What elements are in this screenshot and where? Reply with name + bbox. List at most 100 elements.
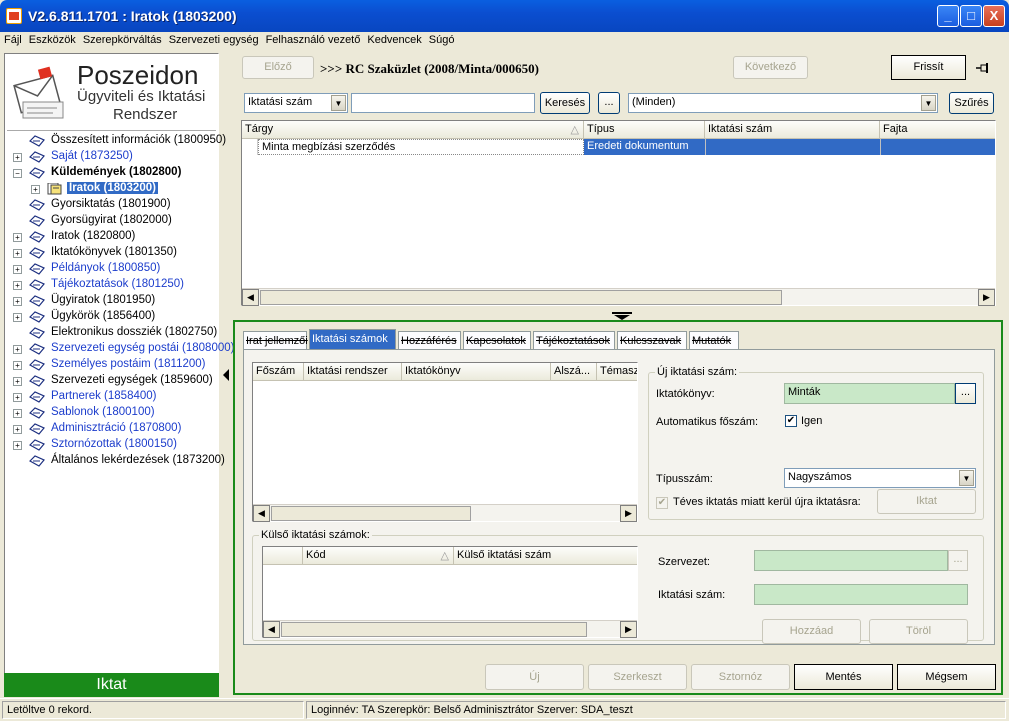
collapse-icon[interactable]: −: [13, 169, 22, 178]
kulso-grid-header: Kód △ Külső iktatási szám: [263, 547, 637, 565]
kulso-iktatasi-szam-field[interactable]: [754, 584, 968, 605]
filter-button[interactable]: Szűrés: [949, 92, 994, 114]
expand-icon[interactable]: +: [13, 233, 22, 242]
scroll-left-icon[interactable]: ◀: [242, 289, 259, 306]
tree-item-label: Ügyiratok (1801950): [51, 294, 156, 306]
tab-iktatasi-szamok[interactable]: Iktatási számok: [309, 329, 396, 349]
filter-select[interactable]: (Minden) ▼: [628, 93, 938, 113]
scroll-right-icon[interactable]: ▶: [620, 505, 637, 522]
scroll-thumb[interactable]: [271, 506, 471, 521]
folder-tag-icon: [29, 199, 45, 211]
iktatokonyv-browse-button[interactable]: ...: [955, 383, 976, 404]
folder-tag-icon: [29, 231, 45, 243]
tipusszam-select[interactable]: Nagyszámos ▼: [784, 468, 976, 488]
menu-file[interactable]: Fájl: [0, 32, 25, 46]
main-grid-scrollbar[interactable]: ◀ ▶: [242, 288, 995, 306]
maximize-button[interactable]: □: [960, 5, 982, 27]
search-field-select[interactable]: Iktatási szám ▼: [244, 93, 348, 113]
torol-button[interactable]: Töröl: [869, 619, 968, 644]
minimize-button[interactable]: _: [937, 5, 959, 27]
expand-icon[interactable]: +: [13, 313, 22, 322]
col-header-tipus[interactable]: Típus: [584, 121, 705, 138]
hozzaad-button[interactable]: Hozzáad: [762, 619, 861, 644]
col-header-iktatasi-rendszer[interactable]: Iktatási rendszer: [304, 363, 402, 380]
tab-hozzaferes[interactable]: Hozzáférés: [398, 331, 461, 349]
teves-iktatas-checkbox[interactable]: ✔: [656, 497, 668, 509]
iktatokonyv-field[interactable]: Minták: [784, 383, 955, 404]
expand-icon[interactable]: +: [13, 361, 22, 370]
expand-icon[interactable]: +: [13, 441, 22, 450]
scroll-thumb[interactable]: [281, 622, 587, 637]
scroll-right-icon[interactable]: ▶: [978, 289, 995, 306]
expand-icon[interactable]: +: [13, 297, 22, 306]
tree-item-label: Példányok (1800850): [51, 262, 161, 274]
close-button[interactable]: X: [983, 5, 1005, 27]
expand-icon[interactable]: +: [13, 281, 22, 290]
kulso-iktatasi-szamok-group: Külső iktatási számok: Kód △ Külső iktatá…: [252, 529, 984, 644]
menu-help[interactable]: Súgó: [425, 32, 458, 46]
automatikus-foszam-label: Automatikus főszám:: [656, 416, 759, 428]
search-button[interactable]: Keresés: [540, 92, 590, 114]
col-header-kulso-iktatasi-szam[interactable]: Külső iktatási szám: [454, 547, 637, 564]
uj-button[interactable]: Új: [485, 664, 584, 690]
sztornoz-button[interactable]: Sztornóz: [691, 664, 790, 690]
tab-kapcsolatok[interactable]: Kapcsolatok: [463, 331, 531, 349]
tab-tajekoztatasok[interactable]: Tájékoztatások: [533, 331, 615, 349]
search-options-button[interactable]: ...: [598, 92, 620, 114]
expand-icon[interactable]: +: [13, 249, 22, 258]
col-header-targy[interactable]: Tárgy △: [242, 121, 584, 138]
scroll-right-icon[interactable]: ▶: [620, 621, 637, 638]
megsem-button[interactable]: Mégsem: [897, 664, 996, 690]
col-header-foszam[interactable]: Főszám: [253, 363, 304, 380]
col-header-iktatokonyv[interactable]: Iktatókönyv: [402, 363, 551, 380]
automatikus-foszam-checkbox[interactable]: ✔: [785, 415, 797, 427]
ikt-grid-scrollbar[interactable]: ◀ ▶: [253, 504, 637, 522]
tab-irat-jellemzoi[interactable]: Irat jellemzői: [243, 331, 308, 349]
expand-down-icon[interactable]: [610, 312, 634, 320]
szervezet-browse-button[interactable]: ...: [948, 550, 968, 571]
iktat-main-button[interactable]: Iktat: [4, 673, 219, 697]
expand-icon[interactable]: +: [13, 345, 22, 354]
expand-icon[interactable]: +: [13, 377, 22, 386]
col-header-fajta[interactable]: Fajta: [880, 121, 995, 138]
splitter-handle[interactable]: [221, 362, 231, 388]
folder-tag-icon: [29, 247, 45, 259]
menu-org-unit[interactable]: Szervezeti egység: [165, 32, 262, 46]
expand-icon[interactable]: +: [31, 185, 40, 194]
szerkeszt-button[interactable]: Szerkeszt: [588, 664, 687, 690]
cell-iktatasi-szam: [705, 139, 880, 155]
tab-mutatok[interactable]: Mutatók: [689, 331, 739, 349]
table-row[interactable]: Minta megbízási szerződés Eredeti dokume…: [242, 139, 995, 155]
col-header-alszam[interactable]: Alszá...: [551, 363, 597, 380]
scroll-left-icon[interactable]: ◀: [253, 505, 270, 522]
menu-role-switch[interactable]: Szerepkörváltás: [79, 32, 165, 46]
status-records: Letöltve 0 rekord.: [2, 701, 304, 719]
folder-tag-icon: [29, 439, 45, 451]
tree-item-label: Elektronikus dossziék (1802750): [51, 326, 218, 338]
refresh-button[interactable]: Frissít: [891, 55, 966, 80]
search-input[interactable]: [351, 93, 535, 113]
szervezet-field[interactable]: [754, 550, 948, 571]
prev-button[interactable]: Előző: [242, 56, 314, 79]
pin-icon[interactable]: [975, 61, 991, 75]
mentes-button[interactable]: Mentés: [794, 664, 893, 690]
scroll-thumb[interactable]: [260, 290, 782, 305]
kulso-grid-scrollbar[interactable]: ◀ ▶: [263, 620, 637, 638]
menu-tools[interactable]: Eszközök: [25, 32, 79, 46]
expand-icon[interactable]: +: [13, 153, 22, 162]
col-header-kod[interactable]: Kód △: [303, 547, 454, 564]
expand-icon[interactable]: +: [13, 393, 22, 402]
scroll-left-icon[interactable]: ◀: [263, 621, 280, 638]
col-header-iktatasi-szam[interactable]: Iktatási szám: [705, 121, 880, 138]
iktat-button[interactable]: Iktat: [877, 489, 976, 514]
next-button[interactable]: Következő: [733, 56, 808, 79]
col-header-temaszam[interactable]: Témasz: [597, 363, 637, 380]
expand-icon[interactable]: +: [13, 265, 22, 274]
teves-iktatas-label: Téves iktatás miatt kerül újra iktatásra…: [673, 496, 861, 508]
expand-icon[interactable]: +: [13, 409, 22, 418]
menu-user-manager[interactable]: Felhasználó vezető: [262, 32, 364, 46]
menu-favorites[interactable]: Kedvencek: [363, 32, 424, 46]
expand-icon[interactable]: +: [13, 425, 22, 434]
szervezet-label: Szervezet:: [658, 556, 710, 568]
tab-kulcsszavak[interactable]: Kulcsszavak: [617, 331, 687, 349]
